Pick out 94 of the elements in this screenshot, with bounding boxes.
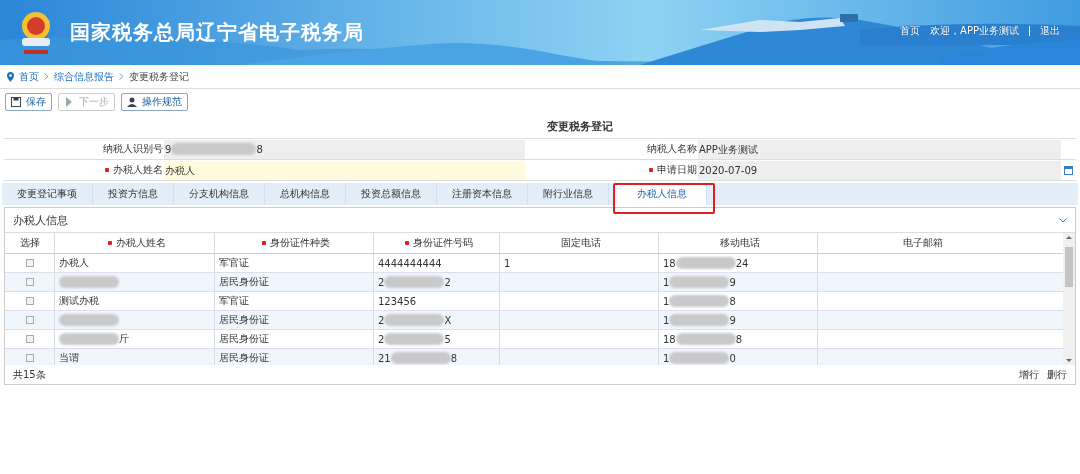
- cell-text: 居民身份证: [219, 313, 269, 327]
- redaction-mark: [675, 333, 736, 345]
- panel-title: 办税人信息: [13, 212, 68, 228]
- chevron-right-icon: [119, 73, 124, 80]
- cell-text: 2: [378, 314, 385, 326]
- tab[interactable]: 办税人信息: [617, 183, 707, 205]
- redaction-mark: [669, 295, 730, 307]
- header-link[interactable]: 欢迎，APP业务测试: [930, 23, 1019, 38]
- tab[interactable]: 投资总额信息: [346, 183, 437, 205]
- cell-text: 1: [663, 352, 670, 364]
- checkbox[interactable]: [25, 259, 34, 267]
- tab[interactable]: 变更登记事项: [2, 183, 93, 205]
- cell-text: 9: [729, 276, 736, 288]
- input-field[interactable]: 办税人: [164, 160, 525, 180]
- cell-text: 5: [444, 333, 451, 345]
- cell-text: 1: [663, 295, 670, 307]
- column-header: 身份证件号码: [412, 236, 473, 250]
- checkbox[interactable]: [25, 278, 34, 286]
- redaction-mark: [384, 276, 445, 288]
- checkbox[interactable]: [25, 297, 34, 305]
- redaction-mark: [669, 352, 730, 364]
- column-header: 选择: [19, 236, 40, 250]
- calendar-icon: [1064, 165, 1073, 175]
- table-action-link[interactable]: 增行: [1019, 367, 1039, 382]
- header-link[interactable]: 首页: [900, 23, 921, 38]
- checkbox[interactable]: [25, 354, 34, 362]
- cell-text: 军官证: [219, 256, 249, 270]
- chevron-right-icon: [44, 73, 49, 80]
- toolbar-button[interactable]: 操作规范: [121, 93, 188, 111]
- redaction-mark: [669, 314, 730, 326]
- required-mark: [105, 168, 109, 172]
- cell-text: 2: [378, 276, 385, 288]
- cell-text: 办税人: [59, 256, 89, 270]
- cell-text: 8: [450, 352, 458, 364]
- cell-text: 居民身份证: [219, 351, 269, 365]
- site-title: 国家税务总局辽宁省电子税务局: [70, 19, 364, 46]
- field-label: 办税人姓名: [113, 163, 163, 177]
- required-mark: [649, 168, 653, 172]
- redaction-mark: [390, 352, 451, 364]
- breadcrumb-item[interactable]: 首页: [19, 69, 39, 84]
- cell-text: 123456: [378, 295, 417, 307]
- column-header: 办税人姓名: [115, 236, 166, 250]
- play-triangle-icon: [64, 97, 74, 107]
- cell-text: 4444444444: [378, 257, 442, 269]
- cell-text: 1: [663, 276, 670, 288]
- input-field[interactable]: 2020-07-09: [698, 160, 1061, 180]
- record-count: 共15条: [13, 367, 46, 382]
- table-action-link[interactable]: 删行: [1047, 367, 1067, 382]
- column-header: 固定电话: [561, 236, 601, 250]
- tab[interactable]: 总机构信息: [265, 183, 346, 205]
- cell-text: 1: [504, 257, 511, 269]
- column-header: 移动电话: [720, 236, 760, 250]
- toolbar-button[interactable]: 保存: [5, 93, 52, 111]
- cell-text: 斤: [119, 332, 129, 346]
- cell-text: 军官证: [219, 294, 249, 308]
- form-title: 变更税务登记: [546, 119, 614, 135]
- cell-text: X: [444, 314, 452, 326]
- cell-text: 8: [729, 295, 736, 307]
- cell-text: 当谓: [59, 351, 79, 365]
- tab[interactable]: 投资方信息: [93, 183, 174, 205]
- tab[interactable]: 附行业信息: [528, 183, 609, 205]
- tab[interactable]: 分支机构信息: [174, 183, 265, 205]
- cell-text: 2: [378, 333, 385, 345]
- cell-text: 0: [729, 352, 736, 364]
- cell-text: 21: [378, 352, 391, 364]
- header-link[interactable]: 退出: [1040, 23, 1060, 38]
- input-field[interactable]: 9 8: [164, 139, 525, 159]
- column-header: 电子邮箱: [903, 236, 943, 250]
- field-label: 申请日期: [657, 163, 697, 177]
- cell-text: 1: [663, 314, 670, 326]
- cell-text: 9: [729, 314, 736, 326]
- cell-text: 2: [444, 276, 451, 288]
- input-field[interactable]: APP业务测试: [698, 139, 1061, 159]
- cell-text: 测试办税: [59, 294, 99, 308]
- redaction-mark: [669, 276, 730, 288]
- checkbox[interactable]: [25, 335, 34, 343]
- breadcrumb-item[interactable]: 综合信息报告: [54, 69, 114, 84]
- cell-text: 居民身份证: [219, 332, 269, 346]
- breadcrumb-item: 变更税务登记: [129, 69, 189, 84]
- redaction-mark: [384, 333, 445, 345]
- location-pin-icon: [7, 71, 14, 82]
- cell-text: 居民身份证: [219, 275, 269, 289]
- cell-text: 24: [735, 257, 749, 269]
- field-label: 纳税人名称: [647, 142, 697, 156]
- checkbox[interactable]: [25, 316, 34, 324]
- tab[interactable]: 注册资本信息: [437, 183, 528, 205]
- cell-text: 18: [663, 333, 676, 345]
- field-label: 纳税人识别号: [103, 142, 163, 156]
- person-icon: [127, 97, 137, 107]
- redaction-mark: [384, 314, 445, 326]
- redaction-mark: [675, 257, 736, 269]
- cell-text: 8: [735, 333, 743, 345]
- column-header: 身份证件种类: [270, 236, 330, 250]
- cell-text: 18: [663, 257, 676, 269]
